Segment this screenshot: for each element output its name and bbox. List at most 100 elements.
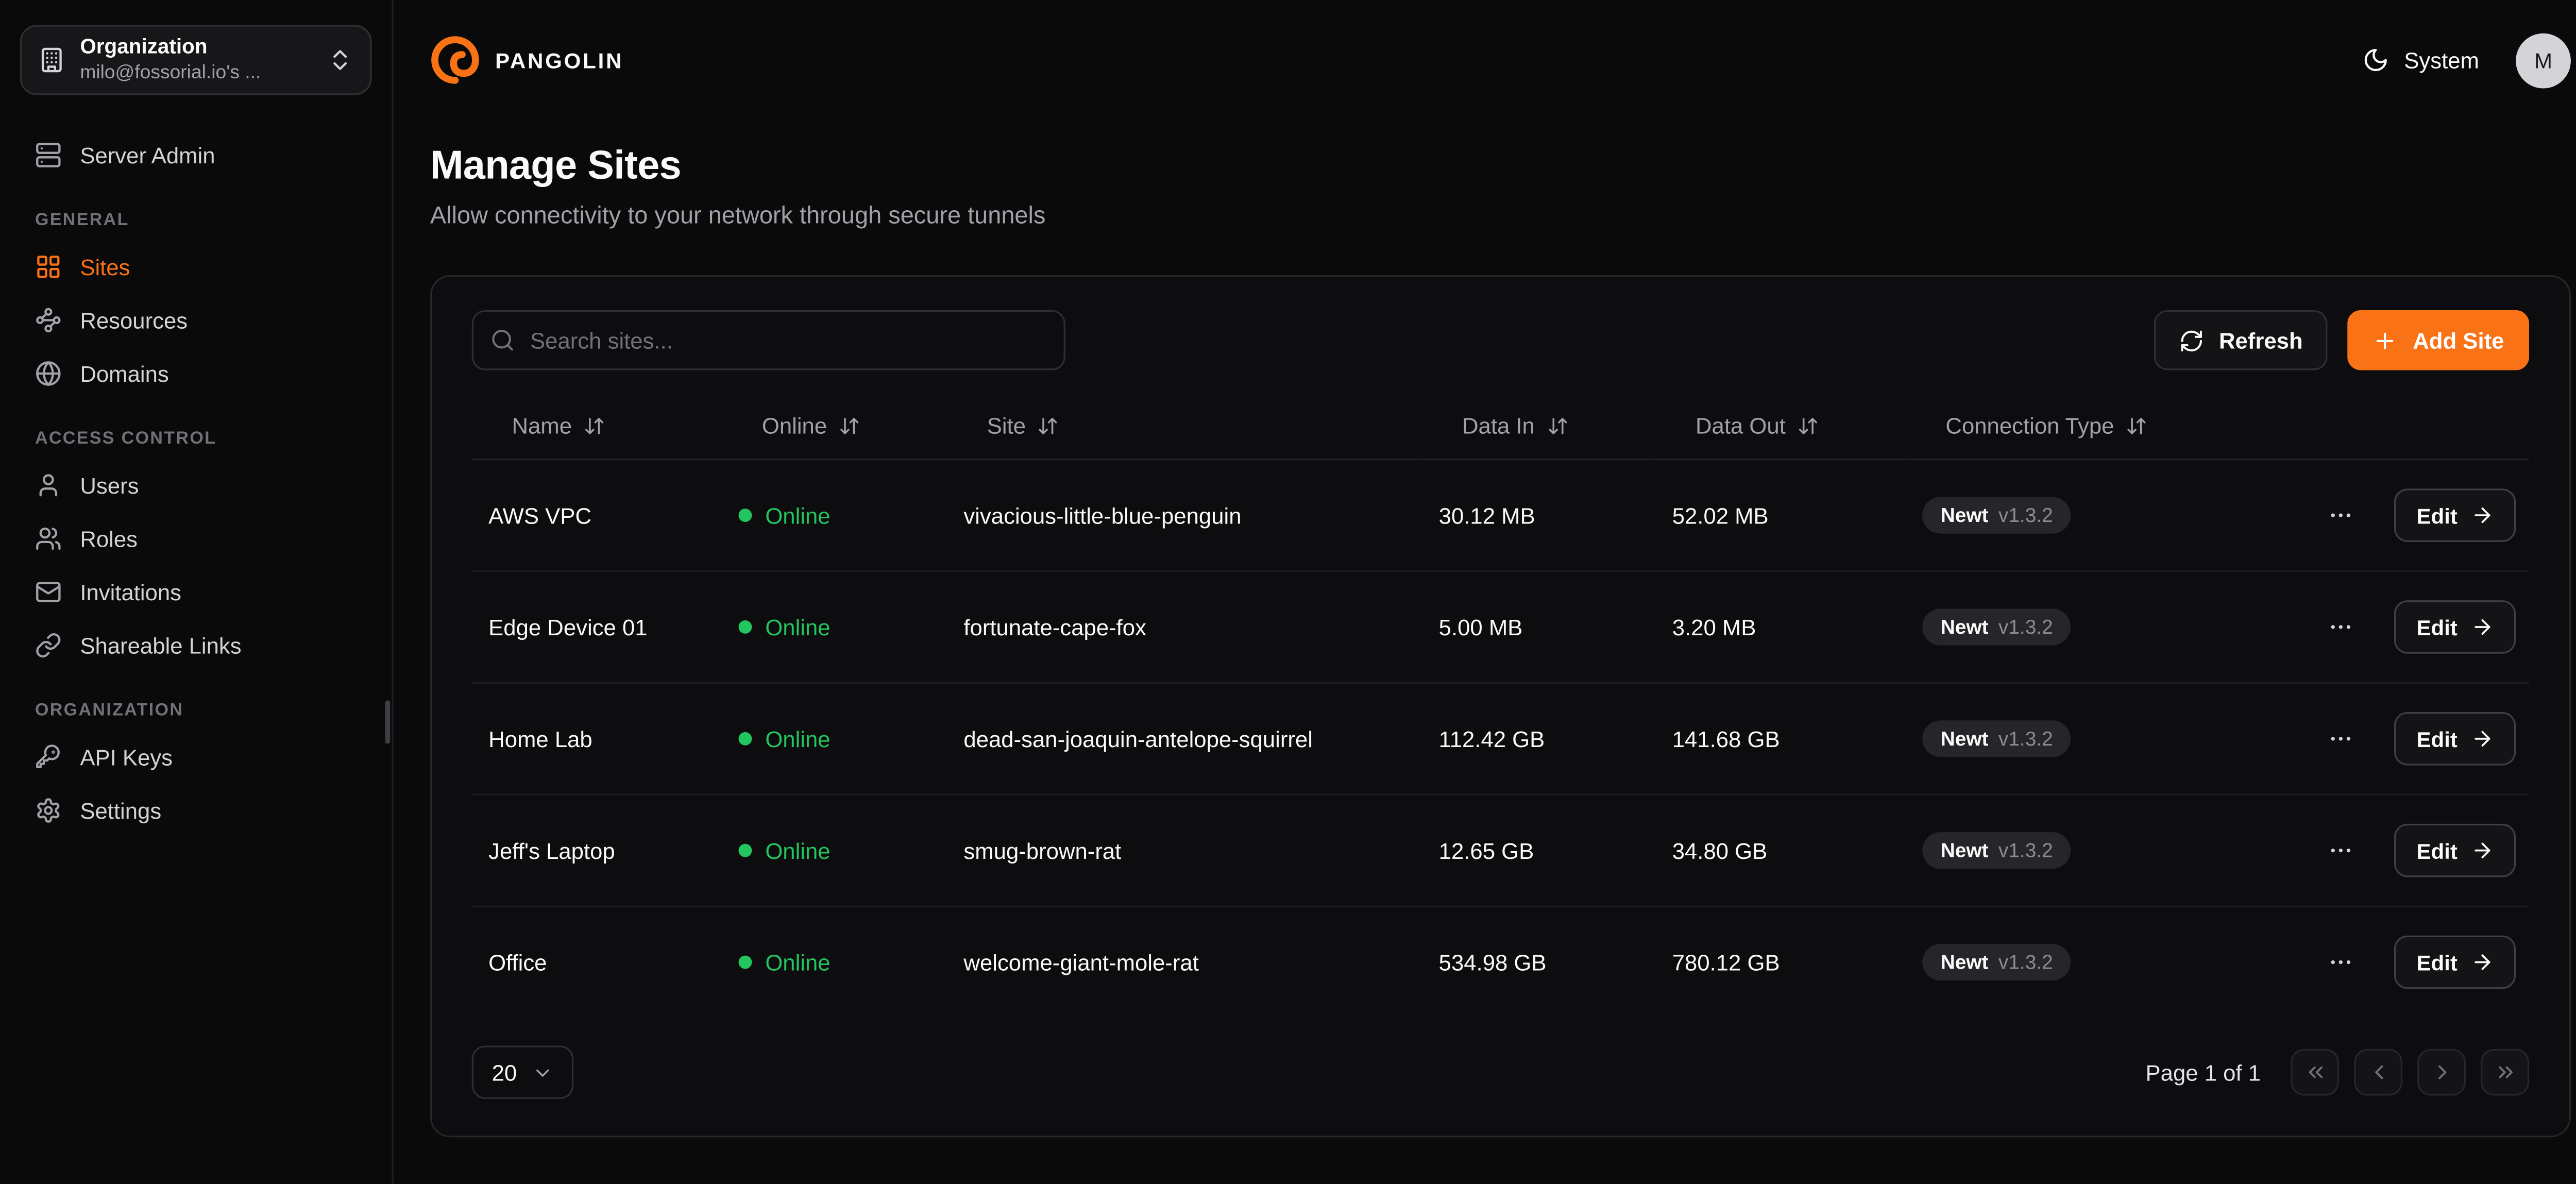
row-menu-button[interactable]	[2325, 499, 2358, 532]
server-icon	[35, 142, 62, 168]
connection-badge: Newt v1.3.2	[1922, 720, 2071, 757]
waypoints-icon	[35, 307, 62, 334]
sidebar-item-resources[interactable]: Resources	[20, 294, 372, 347]
cell-data-out: 3.20 MB	[1655, 571, 1905, 683]
edit-button[interactable]: Edit	[2395, 712, 2516, 766]
table-body: AWS VPC Online vivacious-little-blue-pen…	[472, 460, 2529, 1018]
cell-name: Jeff's Laptop	[472, 794, 722, 906]
column-header-name[interactable]: Name	[472, 394, 722, 460]
cell-data-out: 780.12 GB	[1655, 906, 1905, 1017]
sort-icon	[839, 415, 860, 437]
users-icon	[35, 526, 62, 552]
cell-connection-type: Newt v1.3.2	[1906, 906, 2264, 1017]
cell-online: Online	[722, 794, 947, 906]
sort-icon	[1038, 415, 1059, 437]
arrow-right-icon	[2471, 951, 2494, 974]
row-menu-button[interactable]	[2325, 611, 2358, 644]
cell-name: Office	[472, 906, 722, 1017]
cell-data-in: 5.00 MB	[1422, 571, 1655, 683]
sidebar-item-shareable-links[interactable]: Shareable Links	[20, 619, 372, 672]
edit-button[interactable]: Edit	[2395, 824, 2516, 877]
sidebar-item-server-admin[interactable]: Server Admin	[20, 128, 372, 182]
row-menu-button[interactable]	[2325, 722, 2358, 755]
cell-site: fortunate-cape-fox	[947, 571, 1422, 683]
chevron-left-icon	[2367, 1060, 2390, 1084]
pangolin-logo-icon	[430, 35, 480, 85]
first-page-button[interactable]	[2291, 1049, 2339, 1096]
sidebar-item-domains[interactable]: Domains	[20, 347, 372, 400]
refresh-button[interactable]: Refresh	[2154, 310, 2328, 370]
pagination: Page 1 of 1	[2146, 1049, 2529, 1096]
search-input[interactable]	[472, 310, 1065, 370]
next-page-button[interactable]	[2417, 1049, 2466, 1096]
sort-icon	[1546, 415, 1568, 437]
page-content: Manage Sites Allow connectivity to your …	[394, 120, 2576, 1137]
cell-actions: Edit	[2264, 794, 2529, 906]
org-name: Organization	[80, 35, 312, 61]
edit-button[interactable]: Edit	[2395, 600, 2516, 654]
column-header-online[interactable]: Online	[722, 394, 947, 460]
online-dot	[739, 956, 752, 969]
sidebar-item-sites[interactable]: Sites	[20, 240, 372, 294]
cell-site: welcome-giant-mole-rat	[947, 906, 1422, 1017]
sidebar-item-roles[interactable]: Roles	[20, 512, 372, 566]
sidebar-item-label: Resources	[80, 308, 188, 333]
sidebar-item-users[interactable]: Users	[20, 459, 372, 512]
sidebar-item-settings[interactable]: Settings	[20, 784, 372, 837]
sidebar-item-label: Sites	[80, 255, 130, 280]
cell-online: Online	[722, 683, 947, 794]
cell-site: dead-san-joaquin-antelope-squirrel	[947, 683, 1422, 794]
ellipsis-icon	[2328, 837, 2355, 864]
row-menu-button[interactable]	[2325, 945, 2358, 979]
column-header-data-out[interactable]: Data Out	[1655, 394, 1905, 460]
chevrons-right-icon	[2493, 1060, 2516, 1084]
sidebar-item-label: Shareable Links	[80, 633, 241, 658]
sidebar-item-label: Roles	[80, 526, 138, 551]
column-header-actions	[2264, 394, 2529, 460]
edit-button[interactable]: Edit	[2395, 936, 2516, 989]
brand-name: PANGOLIN	[495, 47, 623, 73]
sidebar-item-invitations[interactable]: Invitations	[20, 565, 372, 619]
cell-actions: Edit	[2264, 683, 2529, 794]
page-size-select[interactable]: 20	[472, 1045, 573, 1099]
table-row: Home Lab Online dead-san-joaquin-antelop…	[472, 683, 2529, 794]
cell-actions: Edit	[2264, 571, 2529, 683]
column-header-data-in[interactable]: Data In	[1422, 394, 1655, 460]
org-selector[interactable]: Organization milo@fossorial.io's ...	[20, 25, 372, 95]
chevrons-left-icon	[2303, 1060, 2327, 1084]
row-menu-button[interactable]	[2325, 834, 2358, 867]
edit-button[interactable]: Edit	[2395, 488, 2516, 542]
cell-data-in: 112.42 GB	[1422, 683, 1655, 794]
theme-toggle-button[interactable]: System	[2362, 47, 2479, 74]
app-window: Organization milo@fossorial.io's ... Ser…	[0, 0, 2576, 1184]
plus-icon	[2373, 328, 2398, 353]
cell-online: Online	[722, 460, 947, 571]
sidebar-item-label: API Keys	[80, 745, 173, 770]
sidebar: Organization milo@fossorial.io's ... Ser…	[0, 0, 394, 1184]
key-icon	[35, 744, 62, 771]
column-header-site[interactable]: Site	[947, 394, 1422, 460]
building-icon	[38, 47, 65, 74]
cell-site: vivacious-little-blue-penguin	[947, 460, 1422, 571]
ellipsis-icon	[2328, 502, 2355, 529]
connection-badge: Newt v1.3.2	[1922, 832, 2071, 869]
sidebar-item-label: Server Admin	[80, 143, 215, 168]
table-row: AWS VPC Online vivacious-little-blue-pen…	[472, 460, 2529, 571]
mail-icon	[35, 579, 62, 605]
cell-data-in: 534.98 GB	[1422, 906, 1655, 1017]
column-header-connection-type[interactable]: Connection Type	[1906, 394, 2264, 460]
connection-badge: Newt v1.3.2	[1922, 497, 2071, 534]
sidebar-item-api-keys[interactable]: API Keys	[20, 731, 372, 784]
sort-icon	[584, 415, 605, 437]
previous-page-button[interactable]	[2354, 1049, 2402, 1096]
sidebar-scrollbar-thumb[interactable]	[385, 700, 391, 743]
cell-connection-type: Newt v1.3.2	[1906, 460, 2264, 571]
last-page-button[interactable]	[2481, 1049, 2529, 1096]
page-title: Manage Sites	[430, 143, 2571, 190]
connection-badge: Newt v1.3.2	[1922, 944, 2071, 980]
cell-data-out: 34.80 GB	[1655, 794, 1905, 906]
avatar-initial: M	[2534, 47, 2552, 73]
avatar[interactable]: M	[2516, 32, 2571, 88]
add-site-button[interactable]: Add Site	[2348, 310, 2529, 370]
moon-icon	[2362, 47, 2389, 74]
